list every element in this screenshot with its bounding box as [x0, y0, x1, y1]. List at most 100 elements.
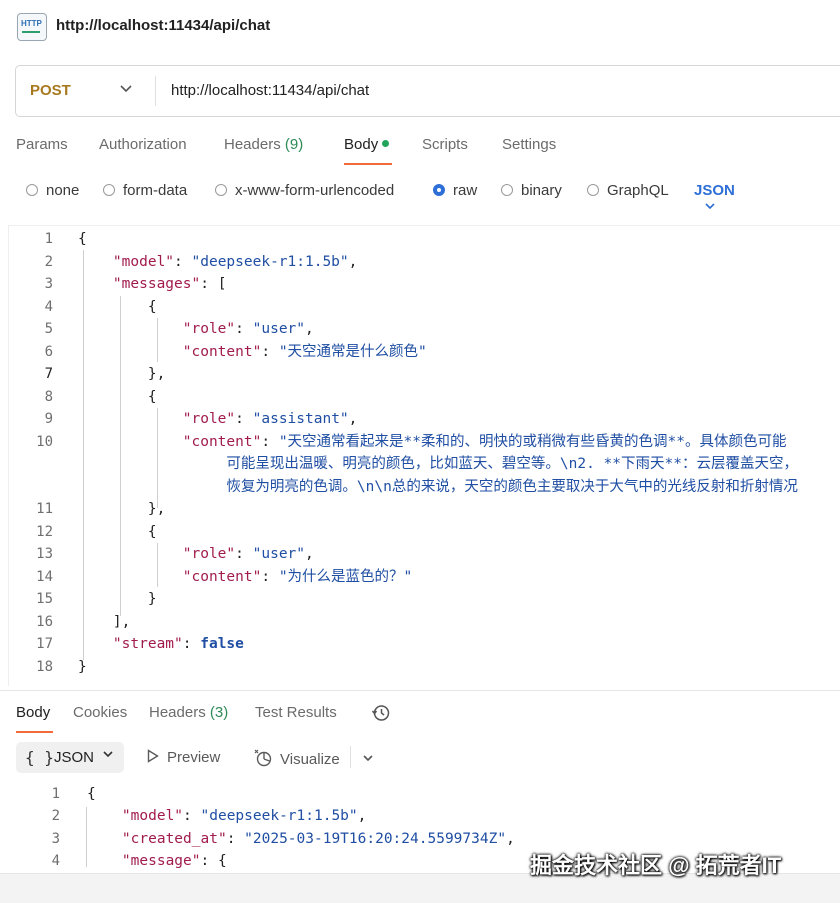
line-number: 17 — [36, 636, 53, 652]
line-number: 1 — [44, 231, 53, 247]
json-string: "deepseek-r1:1.5b" — [200, 808, 358, 824]
url-input[interactable]: http://localhost:11434/api/chat — [171, 82, 369, 99]
request-body-editor[interactable]: 1{ 2 "model": "deepseek-r1:1.5b", 3 "mes… — [8, 225, 840, 686]
radio-label: x-www-form-urlencoded — [235, 182, 395, 199]
chevron-down-icon — [102, 748, 114, 763]
radio-label: form-data — [123, 182, 188, 199]
tab-authorization[interactable]: Authorization — [99, 136, 187, 153]
method-select[interactable]: POST — [30, 82, 71, 99]
visualize-label: Visualize — [280, 751, 340, 768]
json-string: "user" — [252, 546, 306, 562]
radio-binary[interactable]: binary — [501, 182, 562, 199]
radio-none[interactable]: none — [26, 182, 79, 199]
response-tab-headers[interactable]: Headers (3) — [149, 704, 228, 721]
radio-graphql[interactable]: GraphQL — [587, 182, 669, 199]
radio-form-data[interactable]: form-data — [103, 182, 187, 199]
chevron-down-icon[interactable] — [362, 751, 374, 769]
json-boolean: false — [200, 636, 244, 652]
radio-label: none — [46, 182, 80, 199]
active-tab-indicator — [16, 731, 53, 733]
radio-circle-icon — [501, 184, 513, 196]
pane-divider[interactable] — [0, 690, 840, 691]
http-request-icon: HTTP — [17, 13, 47, 41]
preview-label: Preview — [167, 749, 221, 766]
line-number: 14 — [36, 569, 53, 585]
line-number: 10 — [36, 434, 53, 450]
divider — [155, 76, 156, 106]
line-number: 15 — [36, 591, 53, 607]
line-number: 12 — [36, 524, 53, 540]
tab-body[interactable]: Body — [344, 136, 390, 153]
tab-headers-count: (9) — [284, 136, 304, 153]
radio-raw[interactable]: raw — [433, 182, 477, 199]
tab-body-label: Body — [344, 136, 379, 153]
visualize-button[interactable]: Visualize — [254, 749, 340, 768]
radio-circle-icon — [103, 184, 115, 196]
line-number: 6 — [44, 344, 53, 360]
radio-label: raw — [453, 182, 478, 199]
radio-circle-icon — [587, 184, 599, 196]
json-string: "deepseek-r1:1.5b" — [191, 254, 349, 270]
response-tab-headers-label: Headers — [149, 704, 206, 721]
response-tab-body[interactable]: Body — [16, 704, 50, 721]
line-number: 8 — [44, 389, 53, 405]
active-tab-indicator — [344, 163, 392, 165]
json-string: "assistant" — [252, 411, 349, 427]
body-language-label: JSON — [694, 182, 735, 199]
line-number: 11 — [36, 501, 53, 517]
radio-circle-icon — [26, 184, 38, 196]
json-key: "created_at" — [121, 831, 227, 847]
response-format-select[interactable]: { } JSON — [16, 742, 124, 773]
response-format-label: JSON — [54, 749, 95, 766]
chevron-down-icon[interactable] — [119, 81, 133, 98]
json-key: "content" — [182, 434, 262, 450]
body-language-select[interactable]: JSON — [694, 182, 735, 216]
visualize-icon — [254, 749, 272, 767]
url-bar: POST http://localhost:11434/api/chat — [15, 65, 840, 117]
response-tab-cookies[interactable]: Cookies — [73, 704, 127, 721]
modified-dot-icon — [382, 140, 390, 147]
line-number: 2 — [51, 808, 60, 824]
tab-headers-label: Headers — [224, 136, 281, 153]
json-string: "为什么是蓝色的？" — [278, 569, 413, 585]
radio-label: GraphQL — [607, 182, 669, 199]
json-key: "content" — [182, 344, 262, 360]
line-number: 2 — [44, 254, 53, 270]
play-icon — [147, 749, 159, 763]
line-number: 13 — [36, 546, 53, 562]
line-number: 16 — [36, 614, 53, 630]
json-key: "content" — [182, 569, 262, 585]
divider — [350, 746, 351, 768]
radio-circle-icon — [215, 184, 227, 196]
json-string: "2025-03-19T16:20:24.5599734Z" — [244, 831, 507, 847]
line-number: 4 — [44, 299, 53, 315]
json-key: "stream" — [112, 636, 183, 652]
tab-settings[interactable]: Settings — [502, 136, 556, 153]
line-number: 3 — [51, 831, 60, 847]
json-key: "role" — [182, 411, 236, 427]
json-key: "model" — [121, 808, 184, 824]
watermark: 掘金技术社区 @ 拓荒者IT — [530, 853, 782, 878]
radio-x-www-form-urlencoded[interactable]: x-www-form-urlencoded — [215, 182, 394, 199]
json-key: "messages" — [112, 276, 201, 292]
tab-headers[interactable]: Headers (9) — [224, 136, 303, 153]
request-title: http://localhost:11434/api/chat — [56, 17, 271, 34]
history-icon[interactable] — [371, 703, 391, 723]
line-number: 7 — [44, 366, 53, 382]
json-string: "user" — [252, 321, 306, 337]
radio-selected-icon — [433, 184, 445, 196]
radio-label: binary — [521, 182, 562, 199]
response-tab-test-results[interactable]: Test Results — [255, 704, 337, 721]
json-string: "天空通常看起来是**柔和的、明快的或稍微有些昏黄的色调**。具体颜色可能 — [278, 434, 787, 450]
tab-scripts[interactable]: Scripts — [422, 136, 468, 153]
line-number: 3 — [44, 276, 53, 292]
json-key: "model" — [112, 254, 175, 270]
line-number: 1 — [51, 786, 60, 802]
line-number: 18 — [36, 659, 53, 675]
preview-button[interactable]: Preview — [147, 749, 220, 766]
json-key: "role" — [182, 321, 236, 337]
line-number: 9 — [44, 411, 53, 427]
response-tab-headers-count: (3) — [209, 704, 229, 721]
json-key: "message" — [121, 853, 201, 869]
tab-params[interactable]: Params — [16, 136, 68, 153]
